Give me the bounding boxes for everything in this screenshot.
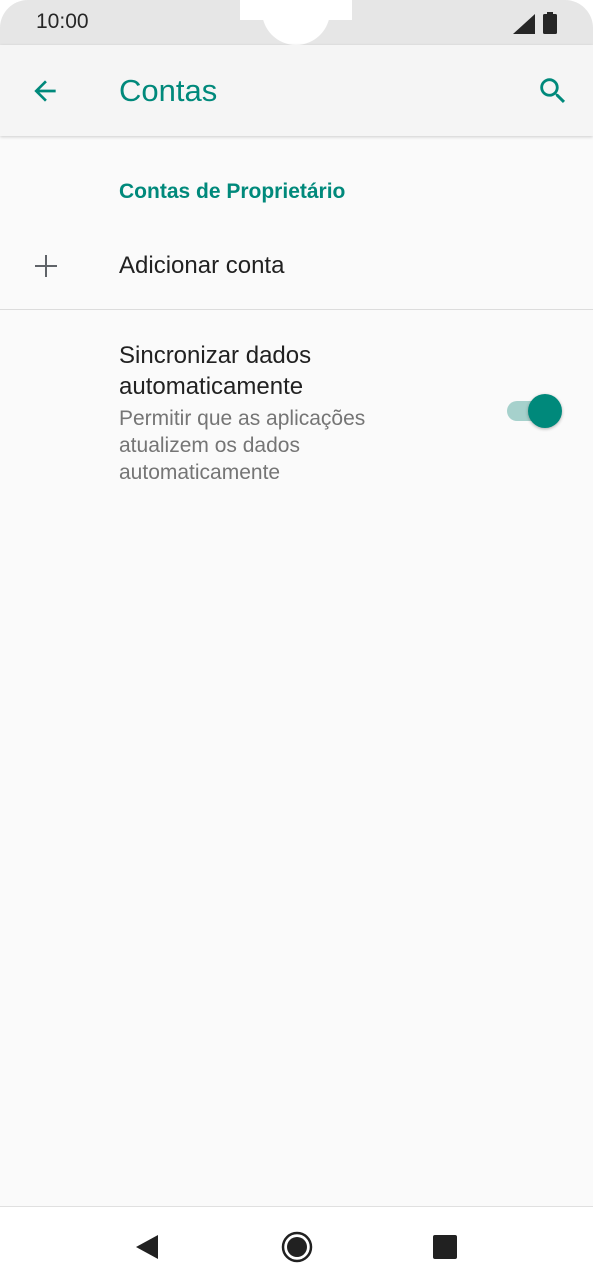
signal-icon (513, 14, 535, 34)
back-button[interactable] (27, 73, 63, 109)
search-button[interactable] (535, 73, 571, 109)
navigation-bar (0, 1207, 593, 1286)
accounts-screen: 10:00 Contas Contas de Proprietário Adic… (0, 0, 593, 1286)
auto-sync-toggle[interactable] (507, 394, 563, 428)
camera-notch (262, 0, 330, 45)
status-bar: 10:00 (0, 0, 593, 45)
auto-sync-summary: Permitir que as aplicações atualizem os … (119, 407, 366, 484)
page-title: Contas (119, 73, 218, 108)
plus-icon (35, 255, 57, 277)
add-account-item[interactable]: Adicionar conta (0, 222, 593, 309)
toggle-thumb (528, 394, 562, 428)
nav-home-icon[interactable] (281, 1231, 313, 1263)
app-bar: Contas (0, 45, 593, 136)
auto-sync-title: Sincronizar dados automaticamente (119, 342, 312, 400)
search-icon (540, 78, 566, 104)
status-time: 10:00 (36, 10, 89, 33)
battery-icon (543, 12, 557, 34)
auto-sync-item[interactable]: Sincronizar dados automaticamente Permit… (0, 310, 593, 500)
arrow-back-icon (34, 80, 56, 102)
status-icons (513, 12, 557, 34)
add-account-label: Adicionar conta (119, 252, 285, 279)
nav-recents-icon[interactable] (432, 1234, 458, 1260)
section-header-owner-accounts: Contas de Proprietário (119, 180, 346, 203)
nav-back-icon[interactable] (134, 1234, 160, 1260)
